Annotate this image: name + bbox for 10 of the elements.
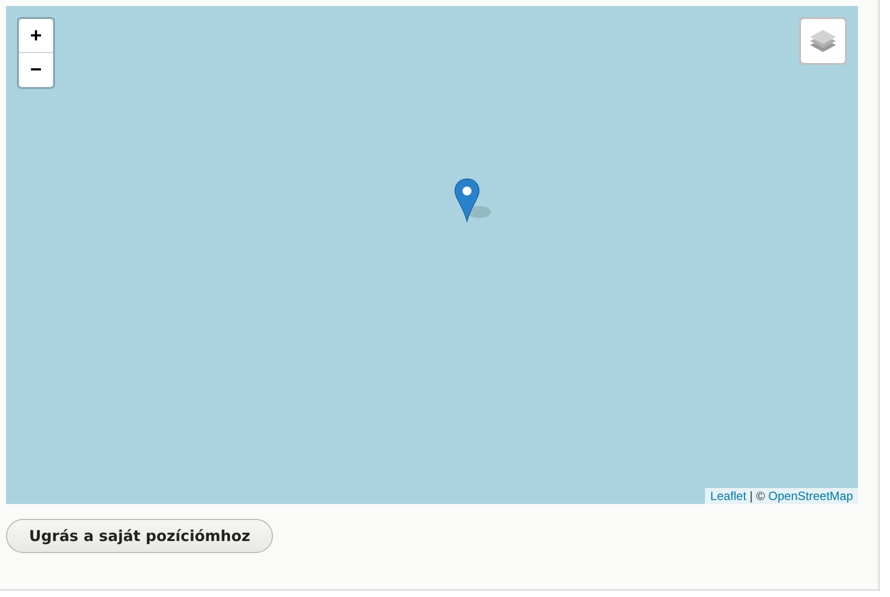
map-background[interactable]: + − Leaflet | © OpenStreetMap: [6, 6, 858, 504]
locate-me-button[interactable]: Ugrás a saját pozíciómhoz: [6, 519, 274, 553]
zoom-out-button[interactable]: −: [19, 53, 53, 87]
layers-button[interactable]: [799, 17, 847, 65]
openstreetmap-link[interactable]: OpenStreetMap: [768, 489, 853, 503]
map-marker-icon[interactable]: [454, 178, 494, 224]
leaflet-link[interactable]: Leaflet: [710, 489, 746, 503]
zoom-in-button[interactable]: +: [19, 19, 53, 53]
attribution-separator: | ©: [748, 489, 766, 503]
layers-icon: [809, 28, 837, 54]
